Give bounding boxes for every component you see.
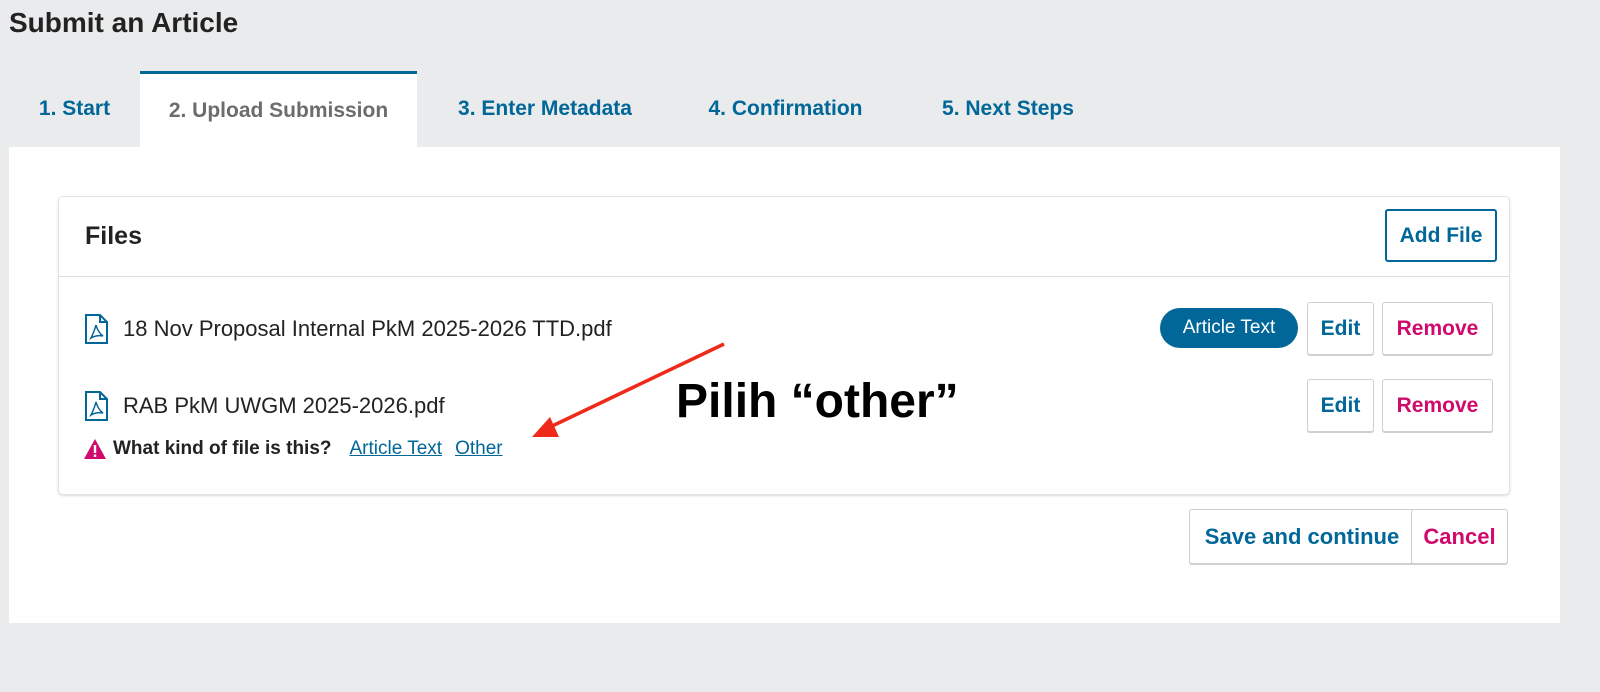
warning-icon: [84, 439, 106, 459]
file-name[interactable]: 18 Nov Proposal Internal PkM 2025-2026 T…: [123, 314, 612, 344]
pdf-file-icon: [85, 314, 108, 344]
file-kind-other-link[interactable]: Other: [455, 438, 503, 460]
wizard-tabs: 1. Start 2. Upload Submission 3. Enter M…: [9, 71, 1118, 147]
edit-file-button[interactable]: Edit: [1307, 379, 1374, 432]
file-type-badge: Article Text: [1160, 308, 1298, 348]
file-name[interactable]: RAB PkM UWGM 2025-2026.pdf: [123, 391, 445, 421]
file-kind-prompt: What kind of file is this? Article Text …: [83, 434, 516, 464]
tab-upload-submission[interactable]: 2. Upload Submission: [140, 71, 417, 147]
remove-file-button[interactable]: Remove: [1382, 302, 1493, 355]
files-title: Files: [85, 222, 142, 250]
file-kind-question: What kind of file is this?: [113, 438, 332, 459]
tab-confirmation[interactable]: 4. Confirmation: [673, 71, 898, 147]
save-and-continue-button[interactable]: Save and continue: [1189, 509, 1415, 564]
tab-enter-metadata[interactable]: 3. Enter Metadata: [417, 71, 673, 147]
file-row: 18 Nov Proposal Internal PkM 2025-2026 T…: [59, 300, 1509, 356]
files-card-header: Files Add File: [59, 197, 1509, 277]
add-file-button[interactable]: Add File: [1385, 209, 1497, 262]
page-title: Submit an Article: [9, 7, 239, 38]
cancel-button[interactable]: Cancel: [1411, 509, 1508, 564]
files-card: Files Add File 18 Nov Proposal Internal …: [59, 197, 1509, 494]
tab-start[interactable]: 1. Start: [9, 71, 140, 147]
pdf-file-icon: [85, 391, 108, 421]
file-kind-article-text-link[interactable]: Article Text: [350, 438, 443, 460]
tab-next-steps[interactable]: 5. Next Steps: [898, 71, 1118, 147]
edit-file-button[interactable]: Edit: [1307, 302, 1374, 355]
remove-file-button[interactable]: Remove: [1382, 379, 1493, 432]
annotation-text: Pilih “other”: [676, 375, 959, 428]
